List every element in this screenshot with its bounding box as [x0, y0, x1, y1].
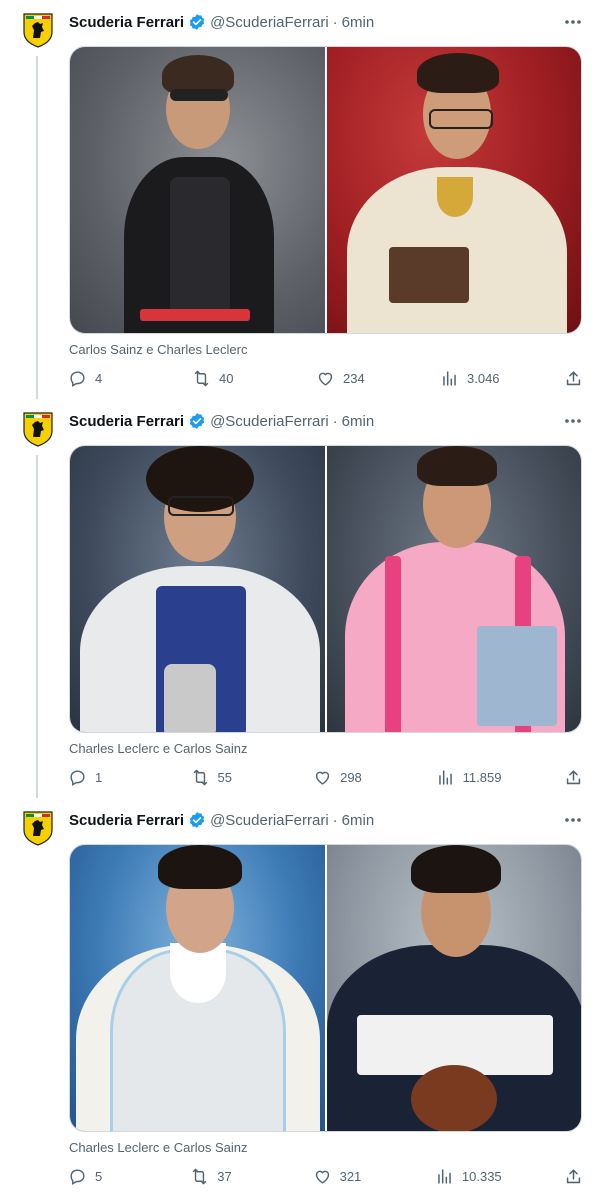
author-handle[interactable]: @ScuderiaFerrari	[210, 413, 329, 430]
heart-icon	[315, 771, 330, 785]
separator-dot: ·	[332, 811, 338, 829]
action-bar: 4 40 234 3.046	[68, 366, 583, 390]
retweet-button[interactable]: 37	[190, 1167, 250, 1186]
action-bar: 1 55 298 11.859	[68, 765, 583, 789]
author-handle[interactable]: @ScuderiaFerrari	[210, 14, 329, 31]
share-button[interactable]	[564, 1167, 583, 1186]
verified-badge-icon	[189, 413, 205, 429]
media-caption: Charles Leclerc e Carlos Sainz	[69, 1140, 248, 1155]
more-options-icon[interactable]	[562, 411, 584, 431]
author-handle[interactable]: @ScuderiaFerrari	[210, 812, 329, 829]
retweet-button[interactable]: 55	[191, 768, 251, 787]
reply-icon	[70, 370, 85, 387]
retweet-icon	[193, 769, 207, 785]
action-bar: 5 37 321 10.335	[68, 1164, 583, 1188]
tweet-header: Scuderia Ferrari @ScuderiaFerrari · 6min	[69, 12, 374, 32]
photo-1[interactable]	[70, 446, 325, 732]
tweet-header: Scuderia Ferrari @ScuderiaFerrari · 6min	[69, 810, 374, 830]
retweet-count: 40	[219, 370, 234, 386]
tweet-header: Scuderia Ferrari @ScuderiaFerrari · 6min	[69, 411, 374, 431]
photo-2[interactable]	[326, 845, 581, 1131]
like-count: 321	[339, 1168, 362, 1184]
verified-badge-icon	[189, 812, 205, 828]
photo-2[interactable]	[326, 446, 581, 732]
view-count: 11.859	[462, 769, 502, 785]
reply-icon	[70, 1168, 85, 1185]
like-button[interactable]: 298	[313, 768, 373, 787]
like-button[interactable]: 234	[316, 369, 376, 388]
reply-button[interactable]: 1	[68, 768, 128, 787]
timestamp[interactable]: 6min	[342, 812, 375, 829]
photo-2[interactable]	[326, 47, 581, 333]
separator-dot: ·	[332, 13, 338, 31]
tweet[interactable]: Scuderia Ferrari @ScuderiaFerrari · 6min…	[0, 798, 598, 1197]
share-icon	[566, 769, 581, 784]
retweet-count: 55	[217, 769, 233, 785]
ferrari-shield-icon[interactable]	[22, 810, 54, 846]
author-name[interactable]: Scuderia Ferrari	[69, 14, 184, 31]
separator-dot: ·	[332, 412, 338, 430]
heart-icon	[318, 372, 333, 386]
view-count: 3.046	[467, 370, 500, 386]
thread-line	[36, 455, 38, 798]
media-grid	[69, 445, 582, 733]
like-count: 298	[340, 769, 362, 785]
retweet-count: 37	[217, 1168, 232, 1184]
reply-button[interactable]: 4	[68, 369, 128, 388]
like-button[interactable]: 321	[313, 1167, 373, 1186]
ferrari-shield-icon[interactable]	[22, 12, 54, 48]
photo-1[interactable]	[70, 47, 325, 333]
retweet-icon	[194, 370, 209, 386]
views-button[interactable]: 3.046	[440, 369, 500, 388]
media-caption: Carlos Sainz e Charles Leclerc	[69, 342, 248, 357]
views-chart-icon	[443, 370, 456, 386]
heart-icon	[315, 1170, 329, 1184]
retweet-button[interactable]: 40	[192, 369, 252, 388]
like-count: 234	[343, 370, 365, 386]
reply-count: 1	[95, 769, 103, 785]
share-button[interactable]	[564, 369, 583, 388]
tweet[interactable]: Scuderia Ferrari @ScuderiaFerrari · 6min	[0, 0, 598, 399]
views-button[interactable]: 10.335	[435, 1167, 502, 1186]
timestamp[interactable]: 6min	[342, 14, 375, 31]
thread-line	[36, 56, 38, 399]
verified-badge-icon	[189, 14, 205, 30]
timestamp[interactable]: 6min	[342, 413, 375, 430]
reply-count: 4	[95, 370, 103, 386]
share-button[interactable]	[564, 768, 583, 787]
views-chart-icon	[438, 1168, 451, 1184]
ferrari-shield-icon[interactable]	[22, 411, 54, 447]
author-name[interactable]: Scuderia Ferrari	[69, 413, 184, 430]
author-name[interactable]: Scuderia Ferrari	[69, 812, 184, 829]
share-icon	[566, 370, 581, 385]
more-options-icon[interactable]	[562, 810, 584, 830]
media-grid	[69, 844, 582, 1132]
views-button[interactable]: 11.859	[436, 768, 502, 787]
media-caption: Charles Leclerc e Carlos Sainz	[69, 741, 248, 756]
share-icon	[566, 1168, 581, 1183]
retweet-icon	[193, 1168, 207, 1184]
photo-1[interactable]	[70, 845, 325, 1131]
more-options-icon[interactable]	[562, 12, 584, 32]
reply-count: 5	[95, 1168, 103, 1184]
view-count: 10.335	[461, 1168, 502, 1184]
tweet[interactable]: Scuderia Ferrari @ScuderiaFerrari · 6min	[0, 399, 598, 798]
views-chart-icon	[438, 769, 452, 785]
reply-button[interactable]: 5	[68, 1167, 128, 1186]
reply-icon	[70, 769, 85, 786]
media-grid	[69, 46, 582, 334]
